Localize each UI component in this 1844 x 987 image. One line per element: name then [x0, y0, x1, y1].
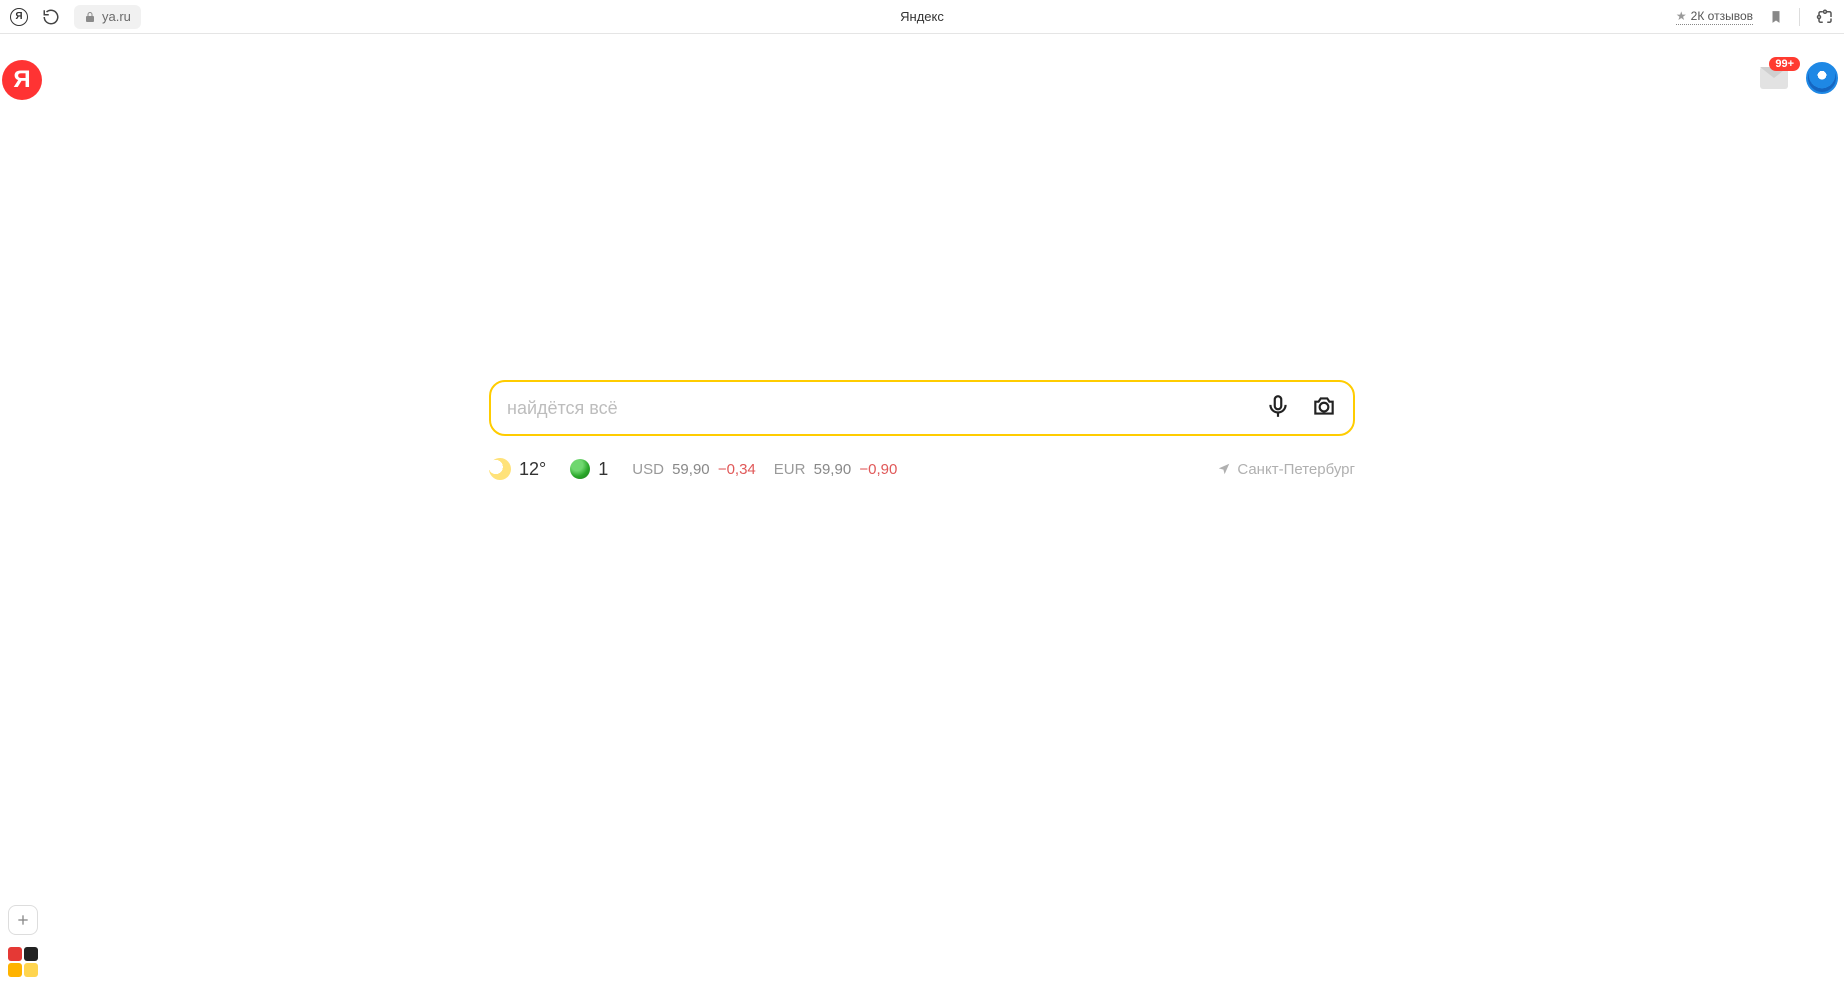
rate-eur: EUR 59,90 −0,90: [774, 461, 898, 478]
address-text: ya.ru: [102, 9, 131, 24]
mail-badge: 99+: [1769, 57, 1800, 71]
mail-button[interactable]: 99+: [1760, 67, 1788, 89]
weather-chip[interactable]: 12°: [489, 458, 546, 480]
rates[interactable]: USD 59,90 −0,34 EUR 59,90 −0,90: [632, 461, 897, 478]
app-tile: [24, 947, 38, 961]
extensions-icon[interactable]: [1816, 8, 1834, 26]
plus-icon: [15, 912, 31, 928]
reviews-text: 2К отзывов: [1691, 9, 1753, 23]
voice-search-icon[interactable]: [1265, 393, 1291, 424]
lock-icon: [84, 11, 96, 23]
weather-temp: 12°: [519, 459, 546, 480]
add-button[interactable]: [8, 905, 38, 935]
browser-home-icon[interactable]: Я: [10, 8, 28, 26]
yandex-logo[interactable]: Я: [2, 60, 42, 100]
app-tile: [24, 963, 38, 977]
traffic-level: 1: [598, 459, 608, 480]
main: 12° 1 USD 59,90 −0,34 EUR 59,90 −0,90 Са…: [489, 380, 1355, 480]
browser-chrome: Я ya.ru Яндекс ★ 2К отзывов: [0, 0, 1844, 34]
search-input[interactable]: [507, 398, 1265, 419]
rate-usd: USD 59,90 −0,34: [632, 461, 756, 478]
side-dock: [8, 905, 38, 977]
star-icon: ★: [1676, 9, 1687, 23]
bookmark-icon[interactable]: [1769, 9, 1783, 25]
moon-icon: [486, 455, 514, 483]
image-search-icon[interactable]: [1311, 393, 1337, 424]
divider: [1799, 8, 1800, 26]
location-icon: [1217, 462, 1231, 476]
app-tile: [8, 947, 22, 961]
traffic-chip[interactable]: 1: [570, 459, 608, 480]
avatar[interactable]: [1806, 62, 1838, 94]
traffic-icon: [570, 459, 590, 479]
header-right: 99+: [1760, 62, 1838, 94]
search-box: [489, 380, 1355, 436]
reload-icon[interactable]: [42, 8, 60, 26]
info-row: 12° 1 USD 59,90 −0,34 EUR 59,90 −0,90 Са…: [489, 458, 1355, 480]
page-title: Яндекс: [900, 9, 944, 24]
app-tile: [8, 963, 22, 977]
geo-city: Санкт-Петербург: [1237, 461, 1355, 478]
geo-link[interactable]: Санкт-Петербург: [1217, 461, 1355, 478]
reviews-link[interactable]: ★ 2К отзывов: [1676, 9, 1753, 25]
apps-button[interactable]: [8, 947, 38, 977]
address-bar[interactable]: ya.ru: [74, 5, 141, 29]
